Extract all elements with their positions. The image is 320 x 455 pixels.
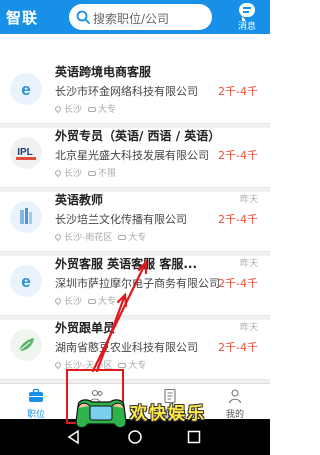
system-navigation-bar — [0, 419, 270, 455]
job-meta: 长沙 大专 — [53, 102, 117, 115]
job-location: 长沙 — [64, 297, 83, 307]
svg-text:e: e — [21, 80, 30, 99]
salary: 2千-4千 — [218, 213, 258, 226]
company-name: 长沙培兰文化传播有限公司 — [55, 213, 187, 226]
job-item[interactable]: 英语教师 长沙培兰文化传播有限公司 长沙-雨花区 大专 昨天 2千-4千 — [0, 188, 270, 256]
leaf-icon — [10, 329, 42, 361]
salary: 2千-4千 — [218, 149, 258, 162]
tab-jobs[interactable]: 职位 — [6, 384, 66, 420]
education-icon — [88, 171, 97, 176]
job-title: 外贸专员（英语/ 西语 / 英语） — [55, 129, 221, 143]
job-title: 外贸客服 英语客服 客服... — [55, 257, 198, 271]
job-meta: 长沙 不限 — [53, 166, 117, 179]
watermark-text: 欢快娱乐 — [130, 404, 206, 424]
building-icon — [10, 201, 42, 233]
education-icon — [118, 363, 127, 368]
location-icon — [53, 104, 63, 114]
person-icon — [228, 389, 242, 404]
location-icon — [53, 232, 63, 242]
job-education: 不限 — [98, 169, 117, 179]
tab-mine[interactable]: 我的 — [205, 384, 265, 420]
ipl-logo-icon: IPL — [10, 137, 42, 169]
job-education: 大专 — [128, 233, 147, 243]
company-name: 长沙市环金网络科技有限公司 — [55, 85, 198, 98]
job-education: 大专 — [98, 297, 117, 307]
post-date: 昨天 — [239, 195, 258, 205]
education-icon — [118, 235, 127, 240]
svg-text:IPL: IPL — [17, 147, 33, 158]
message-icon — [239, 3, 255, 21]
job-location: 长沙 — [64, 169, 83, 179]
job-meta: 长沙-雨花区 大专 — [53, 230, 147, 243]
job-title: 英语教师 — [55, 193, 104, 207]
gamepad-watermark-icon — [75, 399, 127, 429]
job-item[interactable]: e 英语跨境电商客服 长沙市环金网络科技有限公司 长沙 大专 2千-4千 — [0, 60, 270, 128]
salary: 2千-4千 — [218, 341, 258, 354]
messages-button[interactable]: 消息 — [232, 3, 262, 32]
salary: 2千-4千 — [218, 277, 258, 290]
job-item[interactable]: 外贸跟单员 湖南省憨豆农业科技有限公司 长沙-天心区 大专 昨天 2千-4千 — [0, 316, 270, 384]
education-icon — [88, 107, 97, 112]
recents-icon[interactable] — [186, 429, 202, 445]
job-location: 长沙 — [64, 105, 83, 115]
messages-label: 消息 — [237, 22, 256, 32]
company-name: 深圳市萨拉摩尔电子商务有限公司 — [55, 277, 220, 290]
svg-text:e: e — [21, 272, 30, 291]
search-input[interactable]: 搜索职位/公司 — [69, 4, 212, 30]
ie-icon: e — [10, 265, 42, 297]
education-icon — [88, 299, 97, 304]
ie-icon: e — [10, 73, 42, 105]
location-icon — [53, 360, 63, 370]
salary: 2千-4千 — [218, 85, 258, 98]
job-education: 大专 — [128, 361, 147, 371]
job-title: 外贸跟单员 — [55, 321, 116, 335]
location-icon — [53, 168, 63, 178]
company-name: 湖南省憨豆农业科技有限公司 — [55, 341, 198, 354]
search-icon — [76, 10, 90, 24]
job-title: 英语跨境电商客服 — [55, 65, 152, 79]
job-meta: 长沙 大专 — [53, 294, 117, 307]
job-item[interactable]: IPL 外贸专员（英语/ 西语 / 英语） 北京星光盛大科技发展有限公司 长沙 不… — [0, 124, 270, 192]
company-name: 北京星光盛大科技发展有限公司 — [55, 149, 209, 162]
briefcase-icon — [29, 388, 43, 402]
location-icon — [53, 296, 63, 306]
post-date: 昨天 — [239, 259, 258, 269]
job-item[interactable]: e 外贸客服 英语客服 客服... 深圳市萨拉摩尔电子商务有限公司 长沙 大专 昨… — [0, 252, 270, 320]
app-header: 智联 搜索职位/公司 消息 — [0, 0, 270, 34]
job-location: 长沙-雨花区 — [64, 233, 113, 243]
search-placeholder: 搜索职位/公司 — [93, 12, 170, 26]
app-logo: 智联 — [6, 9, 39, 27]
job-education: 大专 — [98, 105, 117, 115]
post-date: 昨天 — [239, 323, 258, 333]
